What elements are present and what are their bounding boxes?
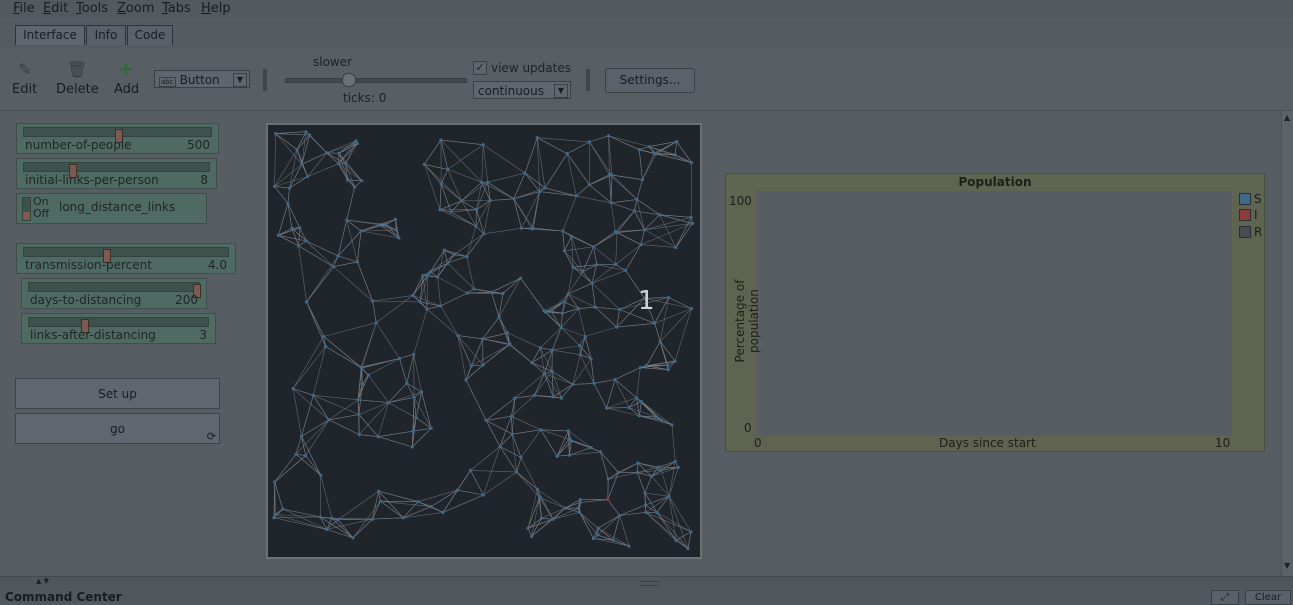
- slider-value: 8: [200, 173, 208, 187]
- go-button[interactable]: go ⟳: [15, 413, 220, 444]
- slider-value: 200: [175, 293, 198, 307]
- drag-handle-icon[interactable]: [640, 581, 658, 586]
- world-view[interactable]: [266, 123, 702, 559]
- legend-label-r: R: [1254, 225, 1262, 239]
- go-button-label: go: [110, 422, 125, 436]
- chevron-down-icon: ▼: [233, 73, 247, 87]
- chevron-down-icon: ▼: [554, 84, 568, 98]
- widget-type-select[interactable]: abc Button ▼: [154, 70, 250, 88]
- settings-button[interactable]: Settings...: [605, 68, 695, 93]
- toolbar-separator: [586, 69, 590, 91]
- update-mode-select[interactable]: continuous ▼: [473, 81, 571, 99]
- button-widget-icon: abc: [159, 77, 176, 87]
- network-graph: [268, 125, 700, 557]
- plot-area: [756, 191, 1232, 436]
- x-tick-min: 0: [754, 436, 762, 450]
- collapse-arrows-icon[interactable]: ▲ ▼: [36, 577, 49, 585]
- links-after-distancing-slider[interactable]: links-after-distancing 3: [21, 313, 216, 344]
- setup-button[interactable]: Set up: [15, 378, 220, 409]
- tab-interface[interactable]: Interface: [15, 25, 85, 45]
- vertical-scrollbar[interactable]: ▲ ▼: [1281, 111, 1293, 576]
- speed-label: slower: [313, 55, 352, 69]
- tab-code[interactable]: Code: [127, 25, 173, 45]
- edit-button-label[interactable]: Edit: [12, 82, 37, 97]
- days-to-distancing-slider[interactable]: days-to-distancing 200: [21, 278, 207, 309]
- switch-track[interactable]: [22, 197, 31, 221]
- forever-icon: ⟳: [207, 431, 216, 443]
- legend-swatch-i: [1239, 209, 1251, 221]
- slider-track: [23, 162, 210, 172]
- pencil-icon[interactable]: ✎: [17, 60, 33, 79]
- slider-track: [23, 247, 229, 257]
- world-overlay-number: 1: [638, 286, 655, 316]
- slider-track: [28, 317, 209, 327]
- initial-links-per-person-slider[interactable]: initial-links-per-person 8: [16, 158, 217, 189]
- view-updates-label: view updates: [491, 61, 571, 75]
- ticks-counter: ticks: 0: [343, 91, 386, 105]
- menu-tabs[interactable]: Tabs: [162, 1, 191, 16]
- view-updates-checkbox[interactable]: ✓: [473, 61, 487, 75]
- update-mode-value: continuous: [478, 84, 544, 98]
- tab-info[interactable]: Info: [86, 25, 126, 45]
- menu-bar: File Edit Tools Zoom Tabs Help: [0, 0, 1293, 19]
- slider-track: [28, 282, 200, 292]
- slider-label: days-to-distancing: [30, 293, 141, 307]
- speed-slider-knob[interactable]: [342, 73, 356, 87]
- slider-label: transmission-percent: [25, 258, 152, 272]
- slider-value: 3: [199, 328, 207, 342]
- menu-help[interactable]: Help: [201, 1, 231, 16]
- widget-type-value: Button: [180, 73, 220, 87]
- delete-button-label[interactable]: Delete: [56, 82, 99, 97]
- menu-file[interactable]: File: [13, 1, 35, 16]
- y-tick-max: 100: [729, 194, 752, 208]
- x-axis-label: Days since start: [939, 436, 1036, 450]
- command-center-title: Command Center: [5, 590, 122, 604]
- legend-label-i: I: [1254, 208, 1258, 222]
- slider-label: links-after-distancing: [30, 328, 156, 342]
- scroll-up-icon[interactable]: ▲: [1284, 113, 1290, 122]
- menu-tools[interactable]: Tools: [76, 1, 108, 16]
- slider-value: 500: [187, 138, 210, 152]
- switch-off-label: Off: [33, 207, 49, 220]
- transmission-percent-slider[interactable]: transmission-percent 4.0: [16, 243, 236, 274]
- legend-label-s: S: [1254, 192, 1262, 206]
- legend-swatch-r: [1239, 226, 1251, 238]
- speed-slider-track[interactable]: [285, 78, 467, 83]
- command-center: [0, 588, 1293, 603]
- y-axis-label: Percentage of population: [733, 246, 761, 396]
- toolbar-separator: [263, 69, 267, 91]
- x-tick-max: 10: [1215, 436, 1230, 450]
- number-of-people-slider[interactable]: number-of-people 500: [16, 123, 219, 154]
- legend-swatch-s: [1239, 193, 1251, 205]
- switch-label: long_distance_links: [59, 200, 175, 214]
- slider-label: initial-links-per-person: [25, 173, 159, 187]
- menu-edit[interactable]: Edit: [43, 1, 68, 16]
- long-distance-links-switch[interactable]: On Off long_distance_links: [16, 193, 207, 224]
- switch-knob[interactable]: [23, 212, 30, 220]
- add-button-label[interactable]: Add: [114, 82, 139, 97]
- y-tick-min: 0: [744, 421, 752, 435]
- slider-label: number-of-people: [25, 138, 132, 152]
- tab-bar: Interface Info Code: [0, 19, 1293, 49]
- trash-icon[interactable]: 🗑: [67, 60, 83, 79]
- plot-title: Population: [725, 175, 1265, 189]
- slider-track: [23, 127, 212, 137]
- menu-zoom[interactable]: Zoom: [117, 1, 154, 16]
- plus-icon[interactable]: +: [117, 58, 135, 80]
- scroll-down-icon[interactable]: ▼: [1284, 561, 1290, 570]
- slider-value: 4.0: [208, 258, 227, 272]
